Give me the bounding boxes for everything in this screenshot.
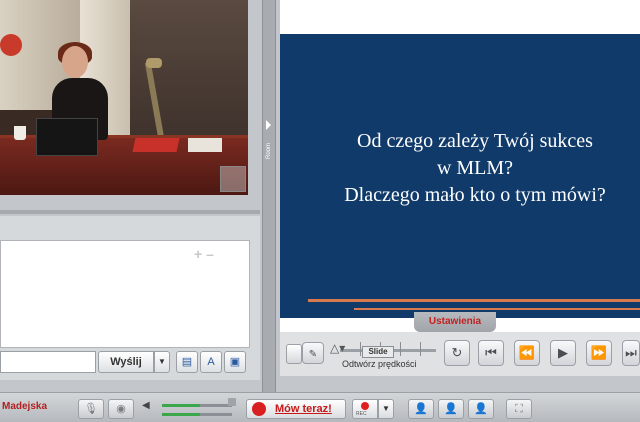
refresh-icon[interactable]: ↻: [444, 340, 470, 366]
fullscreen-icon[interactable]: ⛶: [506, 399, 532, 419]
record-label: REC: [356, 411, 367, 417]
settings-tab[interactable]: Ustawienia: [414, 312, 496, 332]
record-icon: [361, 402, 369, 410]
play-icon[interactable]: ▶: [550, 340, 576, 366]
first-slide-icon[interactable]: ⏮: [478, 340, 504, 366]
zoom-in-icon[interactable]: +: [194, 246, 202, 262]
tool-button[interactable]: [286, 344, 302, 364]
slide-indicator[interactable]: Slide: [362, 346, 394, 358]
rewind-icon[interactable]: ⏪: [514, 340, 540, 366]
panel-divider[interactable]: [0, 210, 260, 214]
speaker-person-icon: [252, 402, 266, 416]
slide-title: Od czego zależy Twój sukces w MLM? Dlacz…: [310, 128, 640, 209]
speaker-icon: ◀: [142, 400, 150, 411]
panel-splitter[interactable]: [262, 0, 276, 392]
expand-video-icon[interactable]: [220, 166, 246, 192]
zoom-out-icon[interactable]: –: [206, 246, 214, 262]
microphone-icon[interactable]: 🎙: [78, 399, 104, 419]
chevron-down-icon[interactable]: ▼: [154, 351, 170, 373]
font-size-icon[interactable]: A: [200, 351, 222, 373]
slide-title-line1: Od czego zależy Twój sukces: [357, 130, 593, 152]
slide-header-area: [280, 0, 640, 34]
slide-accent-line: [308, 299, 640, 302]
collapse-arrow-icon[interactable]: [266, 120, 271, 130]
volume-handle[interactable]: [228, 398, 236, 406]
chevron-down-icon[interactable]: ▼: [378, 399, 394, 419]
triangle-down-icon[interactable]: △▾: [330, 341, 345, 355]
last-slide-icon[interactable]: ⏭: [622, 340, 640, 366]
user-remove-icon[interactable]: 👤: [408, 399, 434, 419]
slide-title-line2: w MLM?: [436, 157, 514, 179]
chat-zoom-controls[interactable]: + –: [194, 246, 214, 262]
webcam-icon[interactable]: ◉: [108, 399, 134, 419]
fast-forward-icon[interactable]: ⏩: [586, 340, 612, 366]
chat-message-input[interactable]: [0, 351, 96, 373]
clipboard-icon[interactable]: ▤: [176, 351, 198, 373]
pen-icon[interactable]: ✎: [302, 342, 324, 364]
user-icon[interactable]: 👤: [468, 399, 494, 419]
window-icon[interactable]: ▣: [224, 351, 246, 373]
playback-speed-label: Odtwórz prędkości: [342, 359, 417, 369]
webcam-video[interactable]: [0, 0, 248, 195]
send-button[interactable]: Wyślij: [98, 351, 154, 373]
slide-title-line3: Dlaczego mało kto o tym mówi?: [344, 184, 606, 206]
user-name: Madejska: [2, 401, 48, 412]
splitter-label: Room: [266, 143, 272, 160]
slide-accent-line: [354, 308, 640, 310]
user-camera-icon[interactable]: 👤: [438, 399, 464, 419]
